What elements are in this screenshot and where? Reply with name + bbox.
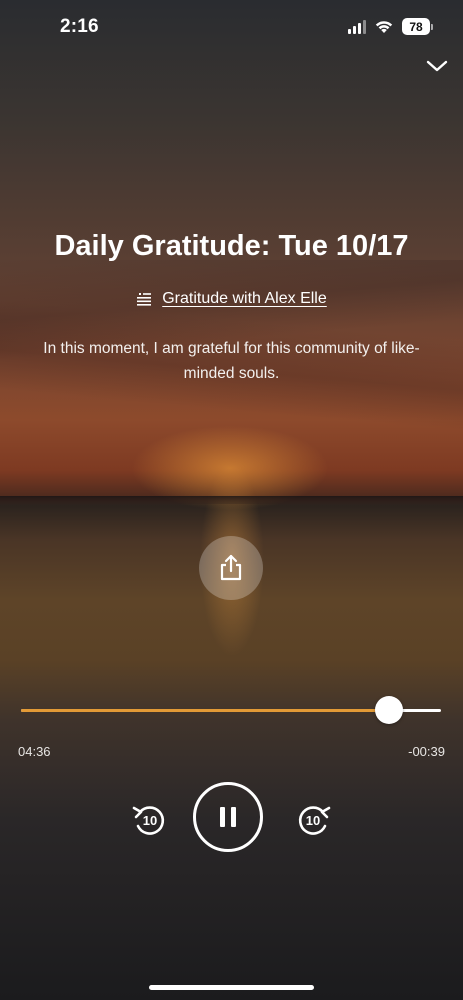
status-bar: 2:16 78 <box>0 0 463 54</box>
progress-thumb[interactable] <box>374 696 403 724</box>
battery-icon: 78 <box>402 18 433 35</box>
home-indicator[interactable] <box>149 985 314 990</box>
chevron-down-icon <box>426 60 448 72</box>
battery-level: 78 <box>402 18 430 35</box>
skip-forward-button[interactable]: 10 <box>293 800 333 840</box>
skip-back-button[interactable]: 10 <box>130 800 170 840</box>
progress-fill <box>21 709 389 712</box>
now-playing-screen: 2:16 78 Daily Gratitude: Tue 10/17 Grati… <box>0 0 463 1000</box>
playlist-icon <box>137 293 152 306</box>
status-icons: 78 <box>348 18 433 35</box>
wifi-icon <box>375 21 393 33</box>
status-time: 2:16 <box>60 16 99 37</box>
share-button[interactable] <box>199 536 263 600</box>
series-label[interactable]: Gratitude with Alex Elle <box>162 290 327 308</box>
skip-forward-seconds: 10 <box>305 812 321 828</box>
collapse-button[interactable] <box>425 56 449 76</box>
background-horizon <box>0 496 463 504</box>
track-description: In this moment, I am grateful for this c… <box>43 340 420 382</box>
share-icon <box>220 554 242 581</box>
track-title: Daily Gratitude: Tue 10/17 <box>54 230 409 262</box>
skip-back-seconds: 10 <box>142 812 158 828</box>
series-link[interactable]: Gratitude with Alex Elle <box>0 290 463 308</box>
time-elapsed: 04:36 <box>18 744 51 759</box>
pause-button[interactable] <box>193 782 263 852</box>
time-remaining: -00:39 <box>408 744 445 759</box>
pause-icon <box>220 807 236 827</box>
cellular-signal-icon <box>348 19 366 34</box>
progress-slider[interactable] <box>21 696 441 724</box>
transport-controls: 10 10 <box>0 780 463 860</box>
